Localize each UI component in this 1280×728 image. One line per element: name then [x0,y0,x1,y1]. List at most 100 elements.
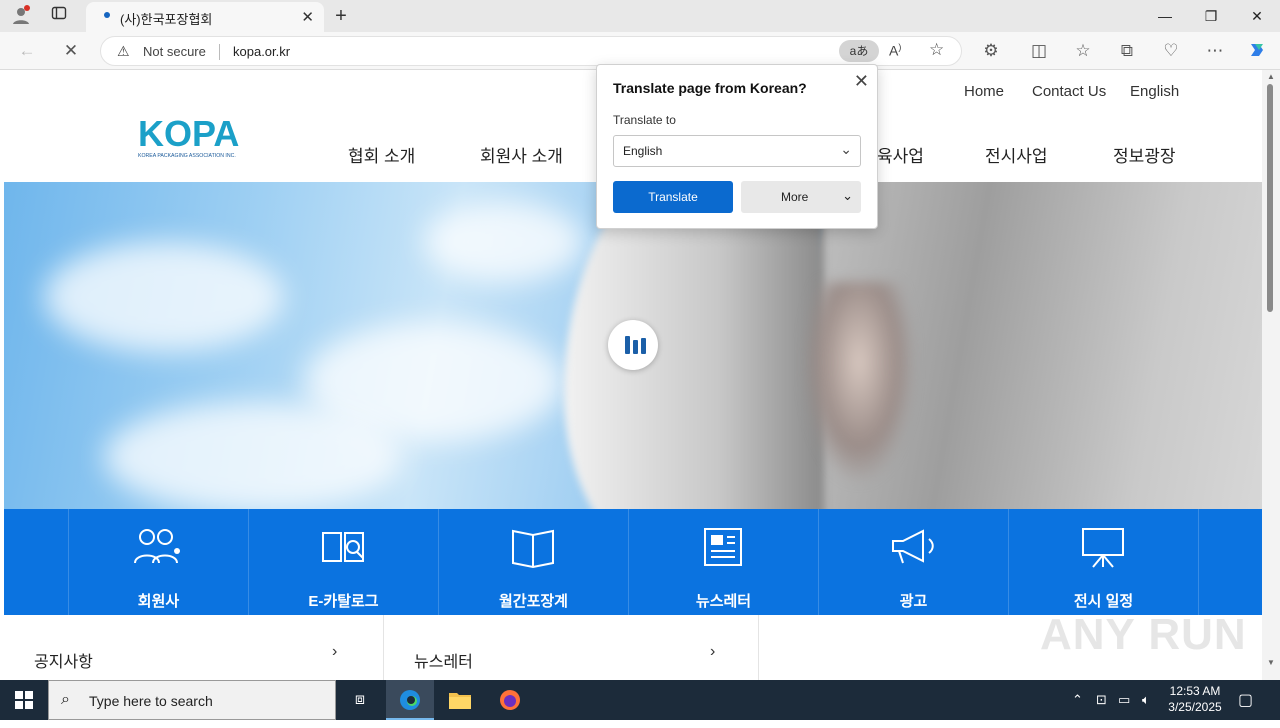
task-view-icon[interactable]: ⧈ [336,680,384,720]
newsletter-title[interactable]: 뉴스레터 [414,648,473,672]
chevron-down-icon: ⌄ [840,141,852,157]
language-select[interactable]: English ⌄ [613,135,861,167]
nav-about[interactable]: 협회 소개 [348,142,415,167]
nav-exhibition[interactable]: 전시사업 [985,142,1048,167]
search-icon: ⌕ [61,691,70,708]
notice-title[interactable]: 공지사항 [34,648,93,672]
show-hidden-icons-chevron-icon[interactable]: ⌃ [1072,692,1083,708]
logo-subtext: KOREA PACKAGING ASSOCIATION INC. [138,153,236,159]
translate-popup: Translate page from Korean? ✕ Translate … [596,64,878,229]
address-bar[interactable]: ⚠ Not secure kopa.or.kr aあ A) ☆ [100,36,962,66]
quick-item-members[interactable]: 회원사 [68,509,248,615]
extensions-icon[interactable]: ⚙ [980,40,1002,62]
quick-label: 회원사 [137,593,180,610]
catalog-icon [322,532,364,562]
display-tray-icon[interactable]: ▭ [1118,692,1130,708]
english-link[interactable]: English [1130,83,1179,100]
home-link[interactable]: Home [964,83,1004,100]
loading-favicon-icon [104,12,110,18]
more-label: More [781,190,809,204]
nav-info[interactable]: 정보광장 [1113,142,1176,167]
chevron-down-icon: ⌄ [842,188,853,203]
clock-date: 3/25/2025 [1168,700,1222,714]
favorites-icon[interactable]: ☆ [1072,40,1094,62]
page-scrollbar[interactable]: ▲ ▼ [1262,70,1280,680]
kopa-logo[interactable]: KOPA KOREA PACKAGING ASSOCIATION INC. [138,110,248,160]
hero-person-image [804,282,914,482]
tab-actions-icon[interactable] [48,5,70,27]
close-tab-icon[interactable]: ✕ [301,8,314,26]
selected-language: English [623,144,663,158]
scroll-down-icon[interactable]: ▼ [1267,658,1275,667]
more-button[interactable]: More ⌄ [741,181,861,213]
address-separator [219,44,220,60]
close-popup-icon[interactable]: ✕ [854,71,869,92]
new-tab-icon[interactable]: + [330,5,352,27]
cloud [104,402,404,509]
translate-icon[interactable]: aあ [839,40,879,62]
split-screen-icon[interactable]: ◫ [1028,40,1050,62]
quick-label: 월간포장계 [498,593,568,610]
quick-item-monthly[interactable]: 월간포장계 [438,509,628,615]
volume-icon[interactable]: 🔈︎ [1142,692,1150,708]
quick-item-ads[interactable]: 광고 [818,509,1008,615]
stop-loading-icon[interactable]: ✕ [60,40,82,62]
quick-label: 광고 [899,593,928,610]
easel-icon [1082,528,1124,568]
file-explorer-icon[interactable] [436,680,484,720]
slider-pause-button[interactable] [608,320,658,370]
newsletter-more-chevron-icon[interactable]: › [710,643,715,661]
browser-essentials-icon[interactable]: ♡ [1160,40,1182,62]
scrollbar-thumb[interactable] [1267,84,1273,312]
notice-more-chevron-icon[interactable]: › [332,643,337,661]
logo-text: KOPA [138,113,239,154]
translate-popup-title: Translate page from Korean? [613,80,807,96]
quick-item-exhibition[interactable]: 전시 일정 [1008,509,1198,615]
newsletter-board: 뉴스레터 › [384,615,759,680]
pause-icon [633,340,638,354]
quick-label: 뉴스레터 [695,593,752,610]
pause-icon [641,338,646,354]
profile-icon[interactable] [10,5,32,27]
clock-time: 12:53 AM [1169,684,1221,698]
cloud [44,242,284,352]
anyrun-watermark: ANY RUN [1040,610,1247,659]
network-tray-icon[interactable]: ⊡ [1096,692,1107,708]
windows-start-icon[interactable] [0,680,48,720]
notifications-icon[interactable]: ▢ [1238,690,1253,710]
browser-tab[interactable]: (사)한국포장협회 ✕ [86,2,324,32]
favorite-star-icon[interactable]: ☆ [929,40,944,60]
close-window-button[interactable]: ✕ [1234,0,1280,32]
taskbar-clock[interactable]: 12:53 AM 3/25/2025 [1160,683,1230,715]
hero-banner [4,182,1262,509]
nav-members[interactable]: 회원사 소개 [480,142,563,167]
back-icon[interactable]: ← [16,40,38,62]
edge-taskbar-icon[interactable] [386,680,434,720]
firefox-icon[interactable] [486,680,534,720]
read-aloud-icon[interactable]: A) [889,42,901,59]
collections-icon[interactable]: ⧉ [1116,40,1138,62]
taskbar-search-placeholder: Type here to search [89,693,213,709]
translate-button[interactable]: Translate [613,181,733,213]
nav-education[interactable]: 육사업 [877,142,924,167]
megaphone-icon [892,529,934,564]
minimize-button[interactable]: — [1142,0,1188,32]
quick-menu-divider [1198,509,1262,615]
tab-title: (사)한국포장협회 [120,12,213,27]
translate-to-label: Translate to [613,113,676,127]
contact-link[interactable]: Contact Us [1032,83,1106,100]
scroll-up-icon[interactable]: ▲ [1267,72,1275,81]
url-text[interactable]: kopa.or.kr [233,44,290,59]
quick-item-ecatalog[interactable]: E-카탈로그 [248,509,438,615]
quick-label: 전시 일정 [1073,593,1134,610]
windows-taskbar: ⌕ Type here to search ⧈ ⌃ ⊡ ▭ 🔈︎ 12:53 A… [0,680,1280,720]
restore-button[interactable]: ❐ [1188,0,1234,32]
copilot-icon[interactable] [1246,40,1268,62]
more-menu-icon[interactable]: ⋯ [1204,40,1226,62]
taskbar-search-box[interactable]: ⌕ Type here to search [48,680,336,720]
quick-item-newsletter[interactable]: 뉴스레터 [628,509,818,615]
notice-board: 공지사항 › [4,615,384,680]
newsletter-icon [704,528,742,566]
security-label[interactable]: Not secure [143,44,206,59]
book-icon [512,529,554,569]
